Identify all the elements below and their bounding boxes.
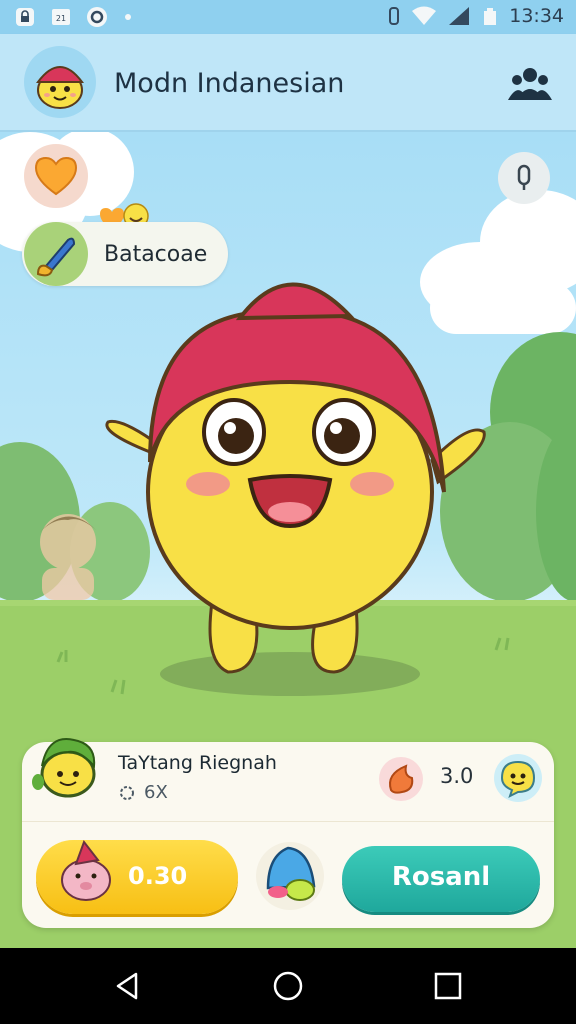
status-right-icons: 13:34: [387, 5, 564, 27]
panel-header: TaYtang Riegnah 6X 3.0: [22, 738, 554, 822]
primary-action-button[interactable]: Rosanl: [342, 846, 540, 912]
recents-icon[interactable]: [432, 970, 464, 1002]
favorite-button[interactable]: [24, 144, 88, 208]
pet-avatar-icon: [36, 66, 84, 109]
tool-chip-label: Batacoae: [104, 242, 208, 267]
bell-icon[interactable]: [254, 838, 326, 914]
app-header: Modn Indanesian: [0, 34, 576, 132]
pet-status-panel: TaYtang Riegnah 6X 3.0 0.30 Rosanl: [22, 738, 554, 928]
stat-value: 3.0: [440, 764, 474, 788]
back-icon[interactable]: [112, 970, 144, 1002]
primary-action-label: Rosanl: [391, 862, 491, 892]
tool-icon-wrapper: [24, 222, 88, 286]
wifi-icon: [412, 6, 437, 25]
app-title: Modn Indanesian: [114, 68, 345, 99]
app-avatar[interactable]: [24, 46, 96, 118]
lock-icon: [16, 8, 34, 26]
feed-button-label: 0.30: [128, 862, 188, 890]
pet-meta-value: 6X: [144, 782, 168, 803]
calendar-icon: 21: [52, 9, 70, 25]
cloud-right: [420, 190, 576, 334]
background-kid: [40, 514, 96, 600]
feed-button[interactable]: 0.30: [36, 839, 238, 914]
svg-text:21: 21: [56, 14, 66, 23]
tool-chip[interactable]: Batacoae: [22, 222, 228, 286]
status-bar: 21 13:34: [0, 0, 576, 34]
battery-icon: [484, 8, 497, 25]
status-time: 13:34: [509, 5, 564, 27]
chat-icon[interactable]: [492, 752, 544, 804]
signal-icon: [449, 7, 470, 25]
circle-o-icon: [87, 7, 107, 27]
dot-icon: [125, 14, 131, 20]
pet-avatar-small[interactable]: [30, 730, 106, 806]
system-nav-bar: [0, 948, 576, 1024]
pet-meta: 6X: [118, 782, 168, 803]
paintbrush-icon: [36, 237, 76, 277]
mic-button[interactable]: [498, 152, 550, 204]
heart-icon: [34, 156, 78, 196]
vibrate-icon: [389, 7, 400, 25]
people-icon[interactable]: [508, 64, 552, 104]
home-icon[interactable]: [272, 970, 304, 1002]
status-left-icons: 21: [14, 6, 144, 28]
pig-icon: [61, 839, 111, 901]
gear-icon: [120, 785, 134, 800]
fire-stat-icon: [379, 757, 423, 801]
mic-icon: [517, 164, 531, 190]
pet-name: TaYtang Riegnah: [118, 752, 277, 774]
